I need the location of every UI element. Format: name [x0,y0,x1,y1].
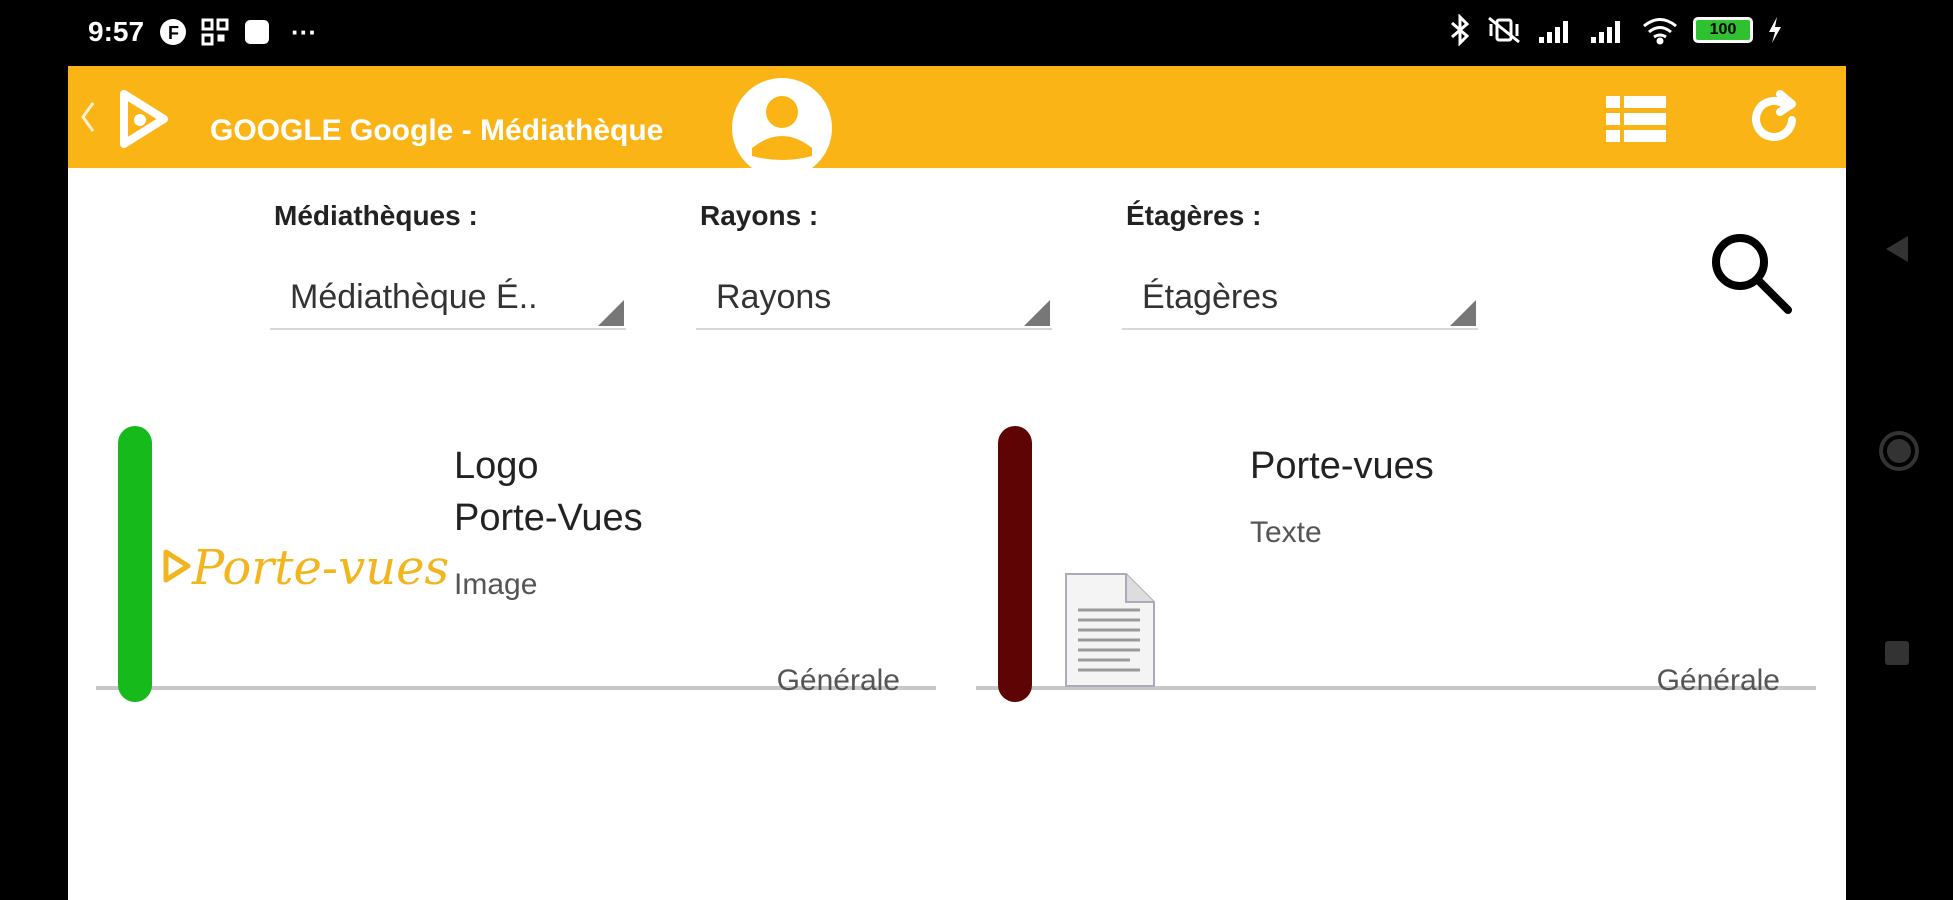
wifi-icon [1643,18,1677,45]
etageres-select-value: Étagères [1142,278,1279,316]
etageres-select[interactable]: Étagères [1122,262,1478,330]
app-bar: GOOGLE Google - Médiathèque [68,66,1846,178]
thumbnail-logo-icon [163,549,191,583]
status-bar: 9:57 F ··· 100 [0,0,1953,66]
mediatheques-label: Médiathèques : [274,200,478,231]
status-left-icons: F ··· [158,17,324,47]
nav-bar [1846,0,1953,900]
item-title-line1: Logo [454,445,539,487]
svg-text:F: F [168,23,179,43]
thumbnail-text: Porte-vues [192,540,450,596]
back-chevron-icon[interactable] [80,100,96,139]
item-type: Texte [1250,516,1322,549]
item-thumbnail: Porte-vues [162,534,449,604]
mute-vibrate-icon [1488,16,1520,44]
item-title: Logo Porte-Vues [454,440,643,544]
item-title: Porte-vues [1250,445,1434,487]
user-avatar-icon[interactable] [732,78,832,178]
app-screen: GOOGLE Google - Médiathèque Médiathèques… [68,66,1846,900]
search-icon[interactable] [1704,226,1796,323]
charging-icon [1769,17,1781,43]
overflow-dots: ··· [291,16,317,47]
back-triangle-icon[interactable] [1882,232,1912,271]
item-color-strip [998,426,1032,702]
dropdown-caret-icon [1450,300,1476,326]
app-logo-icon[interactable] [110,84,180,159]
etageres-label: Étagères : [1126,200,1262,231]
list-item[interactable]: Porte-vues Logo Porte-Vues Image Général… [96,426,936,702]
status-time: 9:57 [88,16,145,47]
item-color-strip [118,426,152,702]
app-square-icon [242,17,272,47]
bluetooth-icon [1451,14,1470,46]
refresh-icon[interactable] [1746,90,1804,153]
list-item[interactable]: Porte-vues Texte Générale [976,426,1816,702]
rayons-select-value: Rayons [716,278,832,316]
dropdown-caret-icon [598,300,624,326]
battery-icon: 100 [1693,17,1753,43]
home-circle-icon[interactable] [1878,430,1920,477]
item-type: Image [454,568,538,601]
dropdown-caret-icon [1024,300,1050,326]
item-title-line2: Porte-Vues [454,497,643,539]
signal-icon [1591,21,1620,43]
list-view-icon[interactable] [1604,94,1668,149]
rayons-select[interactable]: Rayons [696,262,1052,330]
recents-square-icon[interactable] [1882,638,1912,673]
mediatheques-select-value: Médiathèque É.. [290,278,538,316]
rayons-label: Rayons : [700,200,819,231]
status-right-icons: 100 [1449,14,1783,46]
item-shelf: Générale [776,664,900,697]
qr-icon [200,17,230,47]
notification-f-icon: F [158,17,188,47]
mediatheques-select[interactable]: Médiathèque É.. [270,262,626,330]
app-title: GOOGLE Google - Médiathèque [210,114,664,147]
signal-icon [1539,21,1568,43]
battery-level: 100 [1709,21,1737,38]
document-icon [1060,570,1160,695]
item-shelf: Générale [1656,664,1780,697]
